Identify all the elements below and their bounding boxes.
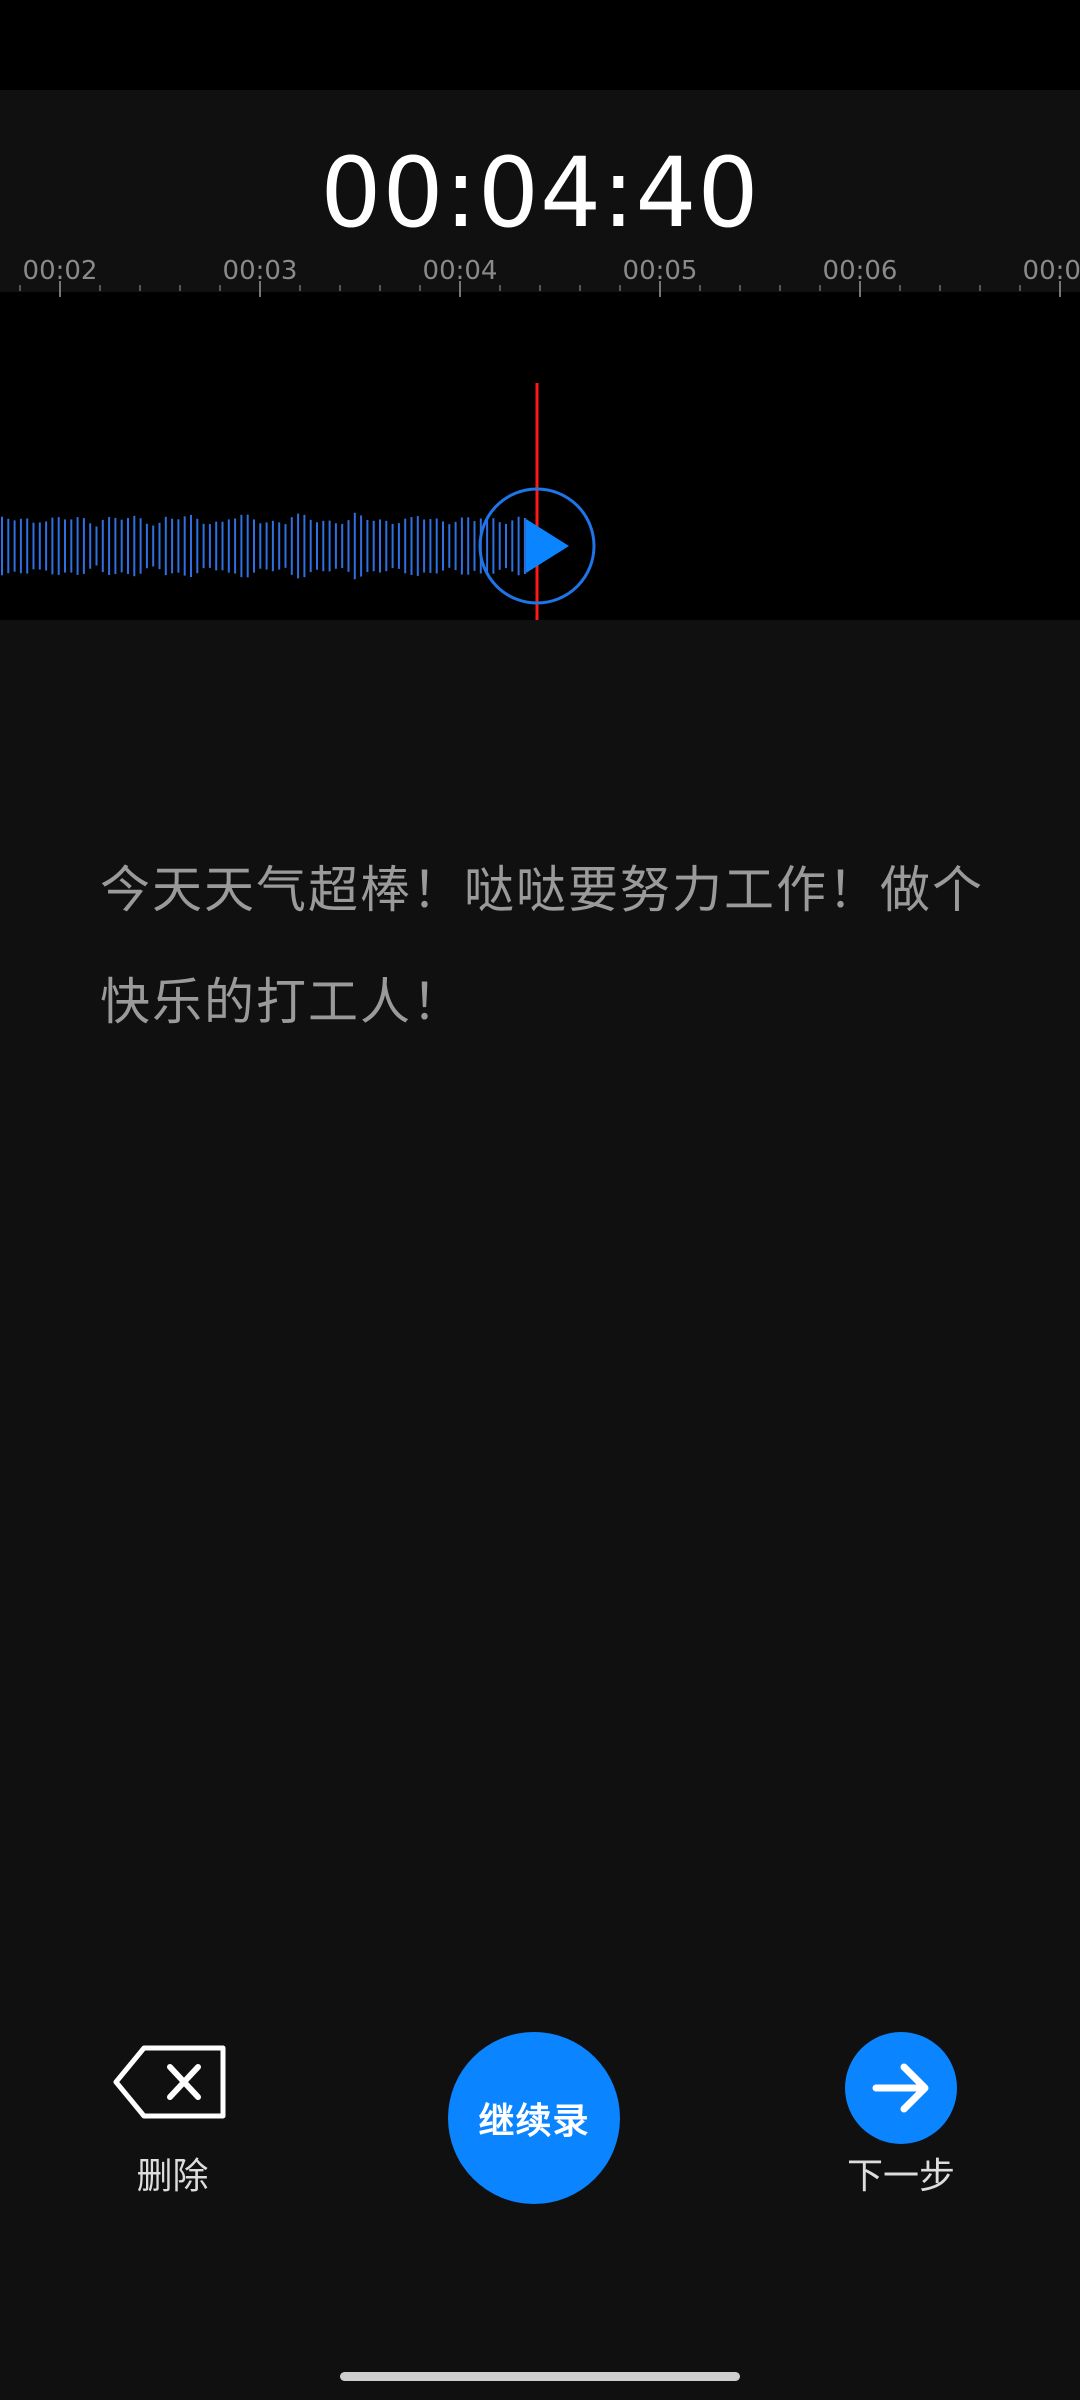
next-step-label: 下一步: [846, 2156, 955, 2197]
transcript-line: 今天天气超棒！哒哒要努力工作！做个: [100, 861, 984, 919]
status-bar: [0, 0, 1080, 90]
next-step-button[interactable]: [845, 2032, 957, 2144]
recording-timer: 00:04:40: [320, 137, 760, 249]
transcript-text: 今天天气超棒！哒哒要努力工作！做个 快乐的打工人！: [100, 834, 1010, 1058]
delete-button[interactable]: [110, 2040, 235, 2125]
delete-label: 删除: [136, 2156, 209, 2197]
continue-recording-label: 继续录: [478, 2101, 590, 2142]
arrow-right-icon: [872, 2063, 929, 2113]
home-indicator: [340, 2372, 740, 2381]
backspace-delete-icon: [113, 2045, 226, 2119]
transcript-line: 快乐的打工人！: [100, 973, 464, 1031]
continue-recording-button[interactable]: 继续录: [448, 2032, 620, 2204]
play-button[interactable]: [478, 487, 596, 605]
